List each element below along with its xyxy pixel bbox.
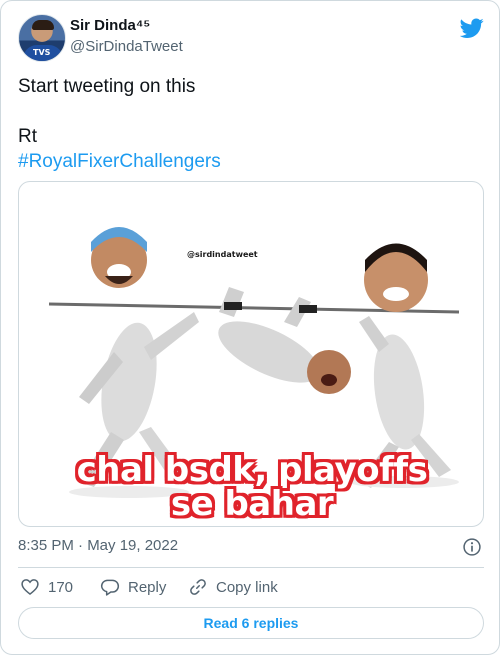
info-icon[interactable] [462,537,482,557]
reply-label: Reply [128,578,167,596]
tweet-meta: 8:35 PM · May 19, 2022 [18,537,484,557]
author-handle[interactable]: @SirDindaTweet [70,38,183,55]
avatar-hair [32,20,54,30]
reply-button[interactable]: Reply [100,577,166,597]
heart-icon [21,579,39,596]
meme-caption-line-1: chal bsdk, playoffs [76,450,428,490]
tweet-timestamp[interactable]: 8:35 PM · May 19, 2022 [18,537,178,554]
tweet-media-image[interactable]: @sirdindatweet chal bsdk, playoffs se ba… [18,181,484,527]
hashtag-link[interactable]: #RoyalFixerChallengers [18,149,484,174]
avatar-jersey-logo: TVS [33,48,51,57]
link-icon [190,579,206,595]
copy-link-button[interactable]: Copy link [188,577,278,597]
like-count: 170 [48,578,74,596]
copy-link-label: Copy link [216,578,278,596]
read-replies-button[interactable]: Read 6 replies [18,607,484,639]
tweet-text-spacer [18,99,484,124]
twitter-bird-icon[interactable] [460,16,484,40]
meme-caption-line-2: se bahar [170,484,334,524]
tweet-card: TVS Sir Dinda⁴⁵ @SirDindaTweet Start twe… [0,0,500,655]
author-name[interactable]: Sir Dinda⁴⁵ [70,17,150,34]
tweet-header: TVS Sir Dinda⁴⁵ @SirDindaTweet [18,14,484,62]
tweet-text: Start tweeting on this Rt #RoyalFixerCha… [18,74,484,174]
tweet-text-line-1: Start tweeting on this [18,76,196,97]
like-button[interactable]: 170 [20,577,73,597]
meme-watermark: @sirdindatweet [187,250,258,259]
tweet-actions: 170 Reply Copy link [18,577,484,597]
tweet-text-line-2: Rt [18,126,37,147]
divider [18,567,484,568]
avatar[interactable]: TVS [18,14,66,62]
reply-bubble-icon [100,579,120,596]
